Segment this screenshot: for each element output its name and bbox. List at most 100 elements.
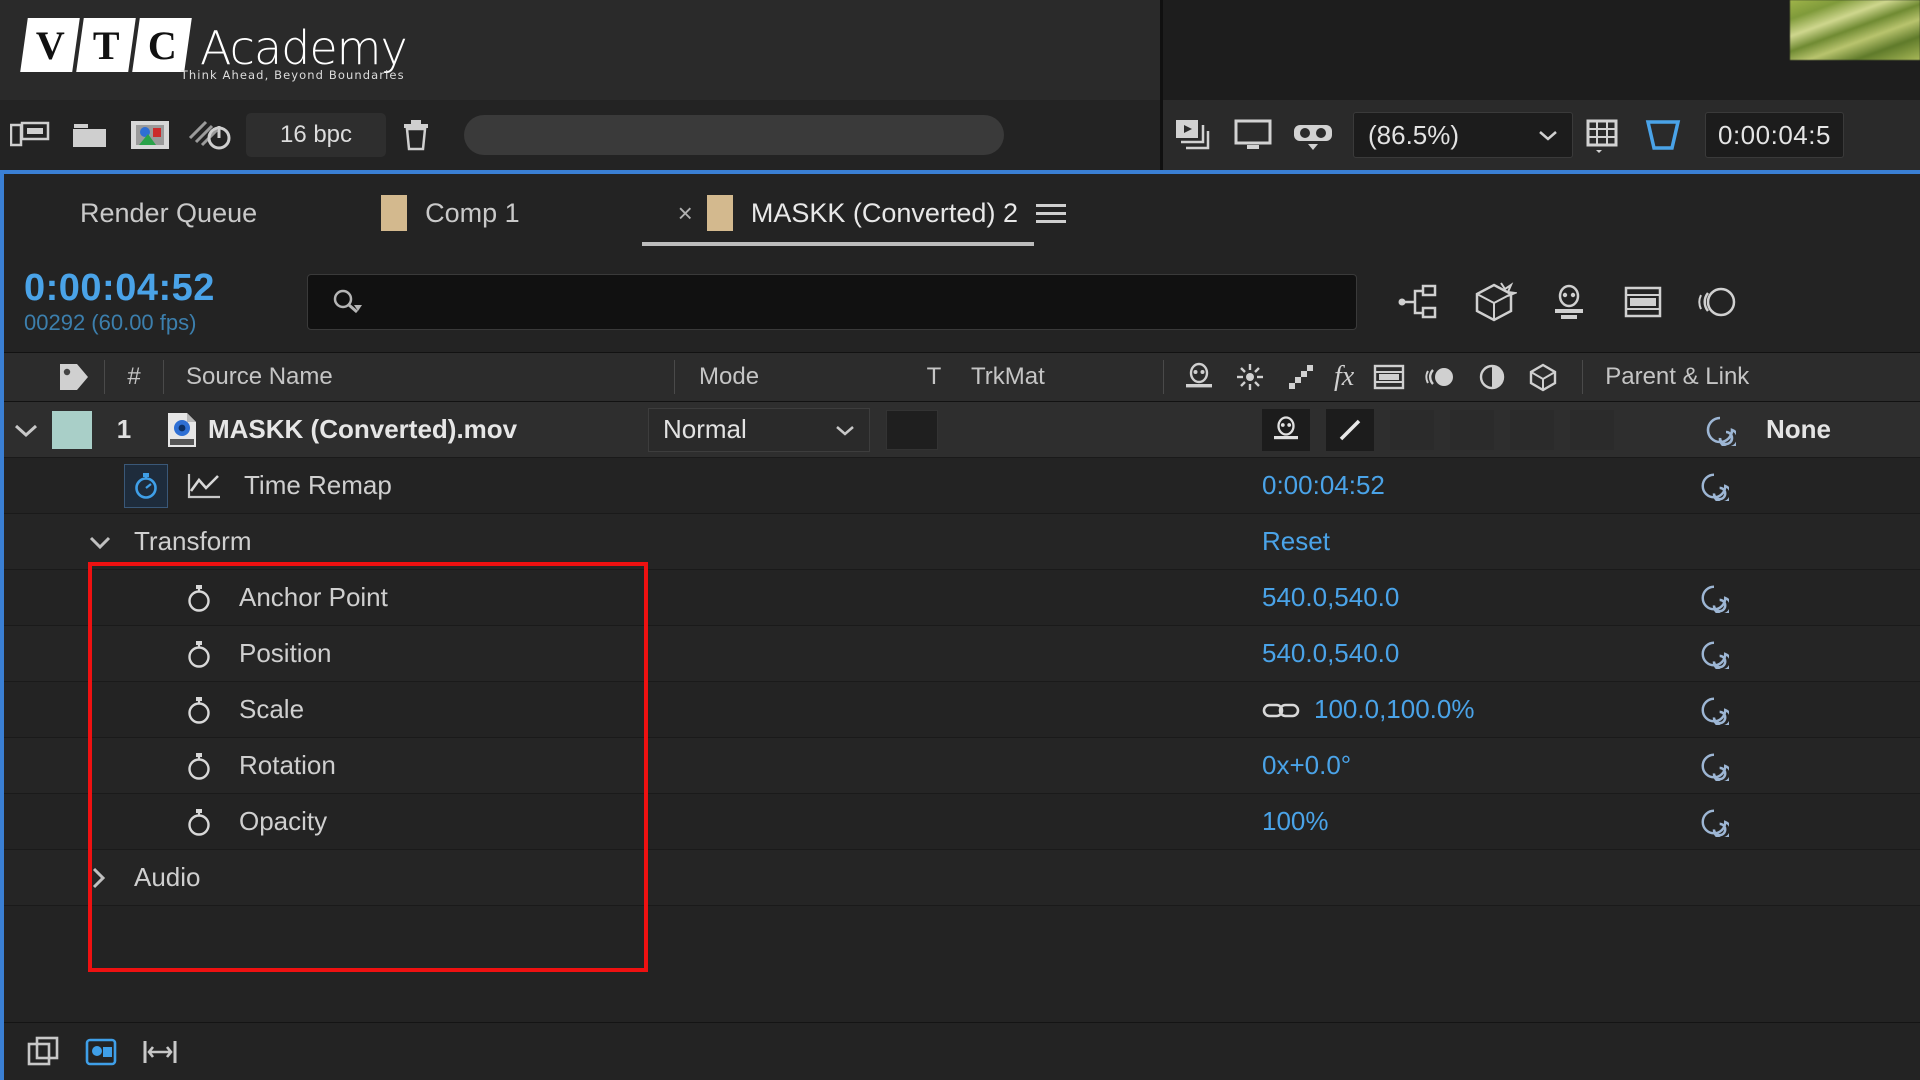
stretch-icon[interactable]: [142, 1035, 178, 1069]
time-remap-pick-whip-icon[interactable]: [1699, 471, 1729, 501]
anchor-point-pick-whip-icon[interactable]: [1699, 583, 1729, 613]
shy-icon[interactable]: [1182, 362, 1216, 392]
project-search-input[interactable]: [464, 115, 1004, 155]
current-time[interactable]: 0:00:04:52: [24, 268, 279, 308]
zoom-level-select[interactable]: (86.5%): [1353, 112, 1573, 158]
property-row-opacity[interactable]: Opacity 100%: [4, 794, 1920, 850]
anchor-point-value[interactable]: 540.0,540.0: [1262, 582, 1399, 613]
collapse-transformations-icon[interactable]: [1234, 362, 1266, 392]
transform-reset-button[interactable]: Reset: [1262, 526, 1330, 557]
region-of-interest-icon[interactable]: [1633, 100, 1693, 170]
transform-chevron-down-icon[interactable]: [88, 534, 112, 550]
position-label[interactable]: Position: [239, 638, 332, 669]
layer-parent-pick-whip-icon[interactable]: [1704, 414, 1736, 446]
comp-render-icon[interactable]: [84, 1035, 120, 1069]
property-row-audio[interactable]: Audio: [4, 850, 1920, 906]
tab-maskk-converted-2[interactable]: MASKK (Converted) 2 × MASKK (Converted) …: [632, 174, 1082, 252]
fx-switch-cell[interactable]: [1390, 410, 1434, 450]
column-number: #: [105, 363, 163, 391]
scale-stopwatch-icon[interactable]: [184, 694, 214, 726]
time-remap-stopwatch-icon[interactable]: [124, 464, 168, 508]
bit-depth-button[interactable]: 16 bpc: [246, 113, 386, 157]
motion-blur-switch-cell[interactable]: [1510, 410, 1554, 450]
tab-close-x[interactable]: ×: [678, 198, 693, 229]
adjustment-layer-icon[interactable]: [1476, 362, 1508, 392]
rotation-pick-whip-icon[interactable]: [1699, 751, 1729, 781]
preview-frames-icon[interactable]: [1163, 100, 1223, 170]
property-row-scale[interactable]: Scale 100.0,100.0%: [4, 682, 1920, 738]
audio-chevron-right-icon[interactable]: [90, 866, 106, 890]
property-row-transform[interactable]: Transform Reset: [4, 514, 1920, 570]
property-row-time-remap[interactable]: Time Remap 0:00:04:52: [4, 458, 1920, 514]
hamburger-menu-icon[interactable]: [1036, 204, 1066, 223]
tab-render-queue[interactable]: Render Queue: [64, 174, 273, 252]
tab-comp-1[interactable]: Comp 1: [365, 174, 536, 252]
layer-row-1[interactable]: 1 MASKK (Converted).mov Normal: [4, 402, 1920, 458]
shy-switch-icon[interactable]: [1262, 409, 1310, 451]
render-toggle-icon[interactable]: [180, 100, 240, 170]
position-pick-whip-icon[interactable]: [1699, 639, 1729, 669]
rotation-label[interactable]: Rotation: [239, 750, 336, 781]
layer-trkmat-swatch[interactable]: [886, 410, 938, 450]
quality-icon[interactable]: [1284, 362, 1316, 392]
scale-pick-whip-icon[interactable]: [1699, 695, 1729, 725]
composition-mini-flowchart-icon[interactable]: [1397, 282, 1441, 322]
transform-label[interactable]: Transform: [134, 526, 252, 557]
quality-switch-icon[interactable]: [1326, 409, 1374, 451]
hide-shy-layers-icon[interactable]: [1547, 282, 1591, 322]
layer-source-name[interactable]: MASKK (Converted).mov: [208, 414, 644, 445]
trash-icon[interactable]: [386, 100, 446, 170]
property-row-position[interactable]: Position 540.0,540.0: [4, 626, 1920, 682]
logo-wordmark: Academy Think Ahead, Beyond Boundaries: [200, 24, 407, 72]
new-folder-icon[interactable]: [60, 100, 120, 170]
motion-blur-switch-icon[interactable]: [1424, 362, 1458, 392]
vtc-academy-logo-area: V T C Academy Think Ahead, Beyond Bounda…: [0, 0, 1160, 100]
timeline-search-input[interactable]: [307, 274, 1357, 330]
anchor-point-label[interactable]: Anchor Point: [239, 582, 388, 613]
motion-blur-icon[interactable]: [1695, 281, 1741, 323]
column-trkmat[interactable]: TrkMat: [963, 363, 1163, 391]
property-row-anchor-point[interactable]: Anchor Point 540.0,540.0: [4, 570, 1920, 626]
time-remap-label[interactable]: Time Remap: [244, 470, 392, 501]
opacity-stopwatch-icon[interactable]: [184, 806, 214, 838]
3d-layer-icon[interactable]: [1526, 362, 1560, 392]
frame-blending-icon[interactable]: [1621, 282, 1665, 322]
audio-label[interactable]: Audio: [134, 862, 201, 893]
rotation-stopwatch-icon[interactable]: [184, 750, 214, 782]
position-value[interactable]: 540.0,540.0: [1262, 638, 1399, 669]
anchor-point-stopwatch-icon[interactable]: [184, 582, 214, 614]
layer-parent-value[interactable]: None: [1766, 414, 1831, 445]
opacity-pick-whip-icon[interactable]: [1699, 807, 1729, 837]
column-t[interactable]: T: [905, 363, 963, 391]
frame-blend-switch-cell[interactable]: [1450, 410, 1494, 450]
toggle-switches-modes-icon[interactable]: [26, 1035, 62, 1069]
3d-glasses-icon[interactable]: [1283, 100, 1343, 170]
draft-3d-icon[interactable]: [1471, 281, 1517, 323]
frame-blend-icon[interactable]: [1372, 362, 1406, 392]
project-settings-icon[interactable]: [0, 100, 60, 170]
tag-icon[interactable]: [44, 361, 104, 393]
property-row-rotation[interactable]: Rotation 0x+0.0°: [4, 738, 1920, 794]
layer-color-swatch[interactable]: [52, 411, 92, 449]
monitor-icon[interactable]: [1223, 100, 1283, 170]
layer-mode-select[interactable]: Normal: [648, 408, 870, 452]
adjustment-switch-cell[interactable]: [1570, 410, 1614, 450]
column-parent-link[interactable]: Parent & Link: [1583, 363, 1749, 391]
new-composition-icon[interactable]: [120, 100, 180, 170]
viewer-timecode[interactable]: 0:00:04:5: [1705, 112, 1844, 158]
constrain-proportions-icon[interactable]: [1262, 697, 1300, 723]
position-stopwatch-icon[interactable]: [184, 638, 214, 670]
effects-fx-icon[interactable]: fx: [1334, 361, 1354, 393]
layer-expand-chevron-down-icon[interactable]: [4, 422, 48, 438]
rotation-value[interactable]: 0x+0.0°: [1262, 750, 1351, 781]
graph-editor-icon[interactable]: [186, 471, 222, 501]
opacity-value[interactable]: 100%: [1262, 806, 1329, 837]
grid-guides-icon[interactable]: [1573, 100, 1633, 170]
column-source-name[interactable]: Source Name: [164, 363, 674, 391]
column-mode[interactable]: Mode: [675, 363, 905, 391]
scale-label[interactable]: Scale: [239, 694, 304, 725]
time-remap-value[interactable]: 0:00:04:52: [1262, 470, 1385, 501]
current-time-block[interactable]: 0:00:04:52 00292 (60.00 fps): [24, 268, 279, 336]
scale-value[interactable]: 100.0,100.0%: [1314, 694, 1474, 725]
opacity-label[interactable]: Opacity: [239, 806, 327, 837]
